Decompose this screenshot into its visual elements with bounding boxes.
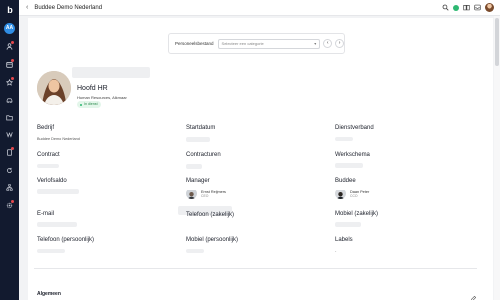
sidebar-nav: b AA [0, 0, 19, 300]
field-label-verlofsaldo: Verlofsaldo [37, 178, 67, 184]
profile-photo[interactable] [37, 71, 71, 105]
redacted-value [37, 164, 59, 168]
employee-function: Hoofd HR [77, 85, 108, 92]
field-label-werkschema: Werkschema [335, 152, 370, 158]
section-title-algemeen: Algemeen [37, 291, 61, 297]
field-label-buddee: Buddee [335, 178, 356, 184]
redacted-value [186, 164, 202, 169]
redacted-value [186, 249, 204, 253]
category-select-placeholder: Selecteer een categorie [221, 40, 264, 46]
field-label-mobiel-persoonlijk: Mobiel (persoonlijk) [186, 237, 239, 243]
next-button[interactable]: › [335, 39, 344, 48]
buddee-role: CCO [350, 193, 358, 198]
user-avatar[interactable]: AA [4, 23, 15, 34]
top-bar: ‹ Buddee Demo Nederland [19, 0, 500, 16]
app-logo[interactable]: b [5, 5, 15, 15]
document-icon[interactable] [6, 147, 14, 156]
manager-name: Ernst Reijmers [201, 189, 226, 194]
scrollbar-thumb[interactable] [495, 18, 499, 66]
manager-avatar [186, 188, 197, 199]
settings-icon[interactable] [6, 200, 14, 209]
inbox-icon[interactable] [474, 4, 481, 11]
field-value-labels: - [335, 249, 337, 253]
folder-icon[interactable] [6, 114, 13, 121]
field-label-startdatum: Startdatum [186, 125, 216, 131]
redacted-value [37, 222, 77, 227]
refresh-icon[interactable] [6, 167, 13, 174]
buddee-avatar [335, 188, 346, 199]
book-icon[interactable] [463, 4, 470, 11]
edit-icon[interactable] [470, 289, 477, 300]
field-label-contract: Contract [37, 152, 60, 158]
field-value-bedrijf: Buddee Demo Nederland [37, 137, 80, 141]
status-indicator[interactable] [453, 4, 459, 11]
redacted-value [335, 137, 353, 141]
manager-role: CEO [201, 193, 209, 198]
account-avatar[interactable] [485, 3, 494, 12]
redacted-name [72, 67, 150, 78]
star-icon[interactable] [6, 77, 14, 86]
redacted-value [186, 137, 210, 142]
buddee-name: Daan Peter [350, 189, 370, 194]
field-label-email: E-mail [37, 211, 55, 217]
field-label-telefoon-persoonlijk: Telefoon (persoonlijk) [37, 237, 95, 243]
car-icon[interactable] [6, 97, 13, 104]
redacted-value [37, 249, 65, 253]
people-icon[interactable] [6, 41, 14, 50]
search-icon[interactable] [442, 4, 449, 11]
scrollbar[interactable] [494, 16, 500, 300]
back-button[interactable]: ‹ [26, 4, 28, 11]
manager-person[interactable]: Ernst Reijmers CEO [186, 188, 226, 199]
field-label-bedrijf: Bedrijf [37, 125, 55, 131]
main-panel [28, 18, 493, 300]
wage-icon[interactable] [6, 131, 13, 138]
calendar-icon[interactable] [6, 59, 14, 68]
employee-department: Human Resources, Alkmaar [77, 95, 127, 100]
page-title: Buddee Demo Nederland [34, 4, 103, 11]
employee-selector: Personeelsbestand Selecteer een categori… [168, 33, 345, 54]
previous-button[interactable]: ‹ [323, 39, 333, 48]
field-label-manager: Manager [186, 178, 210, 184]
redacted-value [335, 222, 361, 227]
field-label-dienstverband: Dienstverband [335, 125, 374, 131]
field-label-telefoon-zakelijk: Telefoon (zakelijk) [186, 212, 235, 218]
field-label-labels: Labels [335, 237, 353, 243]
redacted-value [37, 189, 79, 194]
organization-icon[interactable] [6, 184, 13, 191]
buddee-person[interactable]: Daan Peter CCO [335, 188, 369, 199]
redacted-value [335, 163, 363, 168]
status-badge: In dienst [77, 101, 101, 108]
section-divider [34, 268, 477, 269]
field-label-mobiel-zakelijk: Mobiel (zakelijk) [335, 211, 379, 217]
category-select[interactable]: Selecteer een categorie ▾ [217, 38, 321, 49]
chevron-down-icon: ▾ [314, 40, 317, 46]
selector-label: Personeelsbestand [175, 41, 214, 46]
field-label-contracturen: Contracturen [186, 152, 221, 158]
